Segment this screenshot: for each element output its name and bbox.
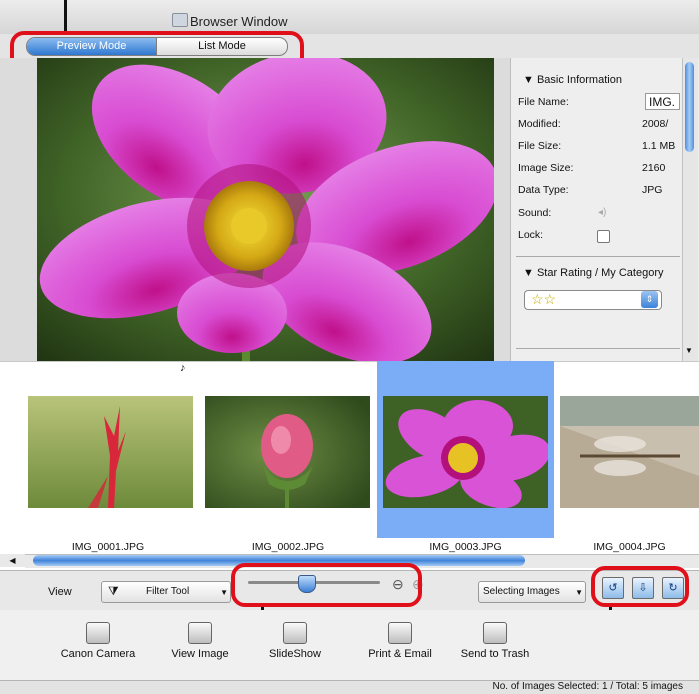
- selecting-images-popup[interactable]: Selecting Images ▼: [478, 581, 586, 603]
- callout-line-mode: [64, 0, 67, 31]
- thumbnail-caption-3: IMG_0003.JPG: [429, 541, 502, 553]
- scroll-down-arrow-icon[interactable]: ▼: [685, 346, 693, 355]
- chevron-updown-icon[interactable]: ⇕: [641, 291, 658, 308]
- disclosure-triangle-icon: ▼: [523, 267, 537, 279]
- slideshow-button[interactable]: SlideShow: [260, 622, 330, 660]
- modified-value: 2008/: [642, 118, 669, 130]
- send-to-trash-label: Send to Trash: [460, 648, 530, 660]
- popup-arrow-icon: ▼: [575, 588, 583, 597]
- cosmos-flower-photo: [37, 58, 494, 361]
- basic-info-title: Basic Information: [536, 74, 622, 86]
- view-image-label: View Image: [171, 648, 229, 660]
- info-label-datatype: Data Type:: [518, 184, 569, 196]
- pink-bud-photo: [205, 396, 370, 508]
- lock-checkbox[interactable]: [597, 230, 610, 243]
- scroll-left-arrow-icon[interactable]: ◀: [0, 554, 25, 567]
- star-rating-stars: ☆☆: [531, 291, 557, 307]
- info-label-sound: Sound:: [518, 207, 552, 219]
- popup-arrow-icon: ▼: [220, 588, 228, 597]
- info-label-modified: Modified:: [518, 118, 561, 130]
- trash-icon: [483, 622, 507, 644]
- info-label-imagesize: Image Size:: [518, 162, 574, 174]
- slideshow-icon: [283, 622, 307, 644]
- view-image-icon: [188, 622, 212, 644]
- red-plant-photo: [28, 396, 193, 508]
- panel-divider-2: [516, 348, 680, 349]
- canon-camera-label: Canon Camera: [60, 648, 136, 660]
- thumbnail-image-2[interactable]: [205, 396, 370, 508]
- filter-tool-label: Filter Tool: [146, 586, 190, 597]
- speaker-icon: ◂): [598, 207, 607, 218]
- camera-icon: [86, 622, 110, 644]
- send-to-trash-button[interactable]: Send to Trash: [455, 622, 535, 660]
- info-label-lock: Lock:: [518, 229, 544, 241]
- thumbnail-image-4[interactable]: [560, 396, 699, 508]
- dragonfly-photo: [560, 396, 699, 508]
- thumbnail-caption-1: IMG_0001.JPG: [71, 541, 145, 553]
- window-icon: [172, 13, 188, 27]
- slideshow-label: SlideShow: [269, 648, 321, 660]
- canon-camera-button[interactable]: Canon Camera: [52, 622, 144, 660]
- thumbnail-image-3[interactable]: [383, 396, 548, 508]
- printer-icon: [388, 622, 412, 644]
- basic-info-heading[interactable]: ▼ Basic Information: [523, 74, 622, 86]
- panel-divider: [516, 256, 680, 257]
- slider-highlight: [231, 563, 422, 607]
- info-scroll-thumb[interactable]: [685, 62, 694, 152]
- info-label-filename: File Name:: [518, 96, 569, 108]
- filesize-value: 1.1 MB: [642, 140, 676, 152]
- print-email-label: Print & Email: [368, 648, 432, 660]
- title-bar: [0, 0, 699, 34]
- filter-funnel-icon: ⧩: [108, 584, 119, 598]
- datatype-value: JPG: [642, 184, 663, 196]
- filename-value[interactable]: IMG.: [645, 93, 680, 110]
- thumbnail-caption-4: IMG_0004.JPG: [593, 541, 666, 553]
- filter-tool-popup[interactable]: ⧩ Filter Tool ▼: [101, 581, 231, 603]
- thumbnail-image-1[interactable]: [28, 396, 193, 508]
- imagesize-value: 2160: [642, 162, 666, 174]
- window-title: Browser Window: [190, 14, 288, 29]
- star-rating-heading[interactable]: ▼ Star Rating / My Category: [523, 267, 664, 279]
- status-text: No. of Images Selected: 1 / Total: 5 ima…: [492, 681, 683, 692]
- view-image-button[interactable]: View Image: [160, 622, 240, 660]
- star-rating-title: Star Rating / My Category: [536, 267, 664, 279]
- info-label-filesize: File Size:: [518, 140, 562, 152]
- rotate-highlight: [591, 566, 689, 607]
- cosmos-thumb-photo: [383, 396, 548, 508]
- print-email-button[interactable]: Print & Email: [355, 622, 445, 660]
- selecting-images-label: Selecting Images: [483, 586, 560, 597]
- disclosure-triangle-icon: ▼: [523, 74, 537, 86]
- thumbnail-caption-2: IMG_0002.JPG: [251, 541, 325, 553]
- view-label: View: [48, 586, 72, 598]
- preview-image[interactable]: [37, 58, 494, 361]
